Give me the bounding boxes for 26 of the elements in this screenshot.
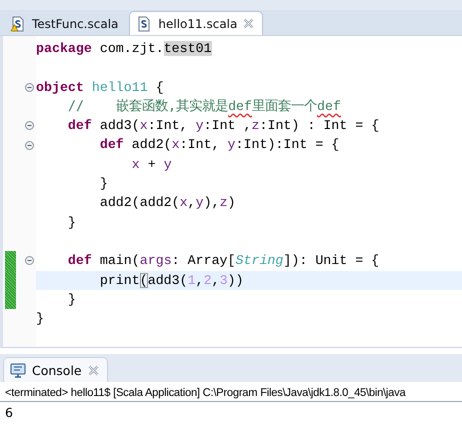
code-line: }	[98, 175, 109, 194]
editor-tab[interactable]: hello11.scala	[129, 11, 264, 35]
code-line: def add2(x:Int, y:Int):Int = {	[98, 136, 340, 154]
collapse-icon[interactable]	[25, 121, 34, 130]
code-line: x + y	[130, 156, 173, 174]
code-line: }	[66, 214, 77, 232]
code-line: def add3(x:Int, y:Int ,z:Int) : Int = {	[66, 117, 380, 136]
collapse-icon[interactable]	[25, 82, 34, 92]
scala-file-icon	[136, 16, 152, 32]
console-status: <terminated> hello11$ [Scala Application] C:\Program Files\Java\jdk1.8.0_45\bin\java	[0, 382, 462, 402]
code-line: }	[36, 310, 45, 328]
monitor-icon	[10, 362, 26, 378]
console-tab[interactable]: Console	[3, 357, 108, 382]
code-line: package com.zjt.test01	[36, 40, 213, 58]
code-line: def main(args: Array[String]): Unit = {	[66, 252, 380, 270]
code-line: add2(add2(x,y),z)	[98, 194, 237, 212]
collapse-icon[interactable]	[25, 140, 34, 150]
close-icon[interactable]	[243, 18, 254, 29]
console-output: 6	[4, 404, 14, 422]
code-line: // 嵌套函数,其实就是def里面套一个def	[67, 98, 342, 116]
collapse-icon[interactable]	[25, 256, 34, 266]
editor-tab[interactable]: TestFunc.scala	[3, 11, 128, 35]
code-line: }	[66, 290, 77, 309]
code-line: object hello11 {	[36, 78, 165, 97]
scala-file-warning-icon	[10, 16, 26, 32]
close-icon[interactable]	[88, 364, 99, 376]
